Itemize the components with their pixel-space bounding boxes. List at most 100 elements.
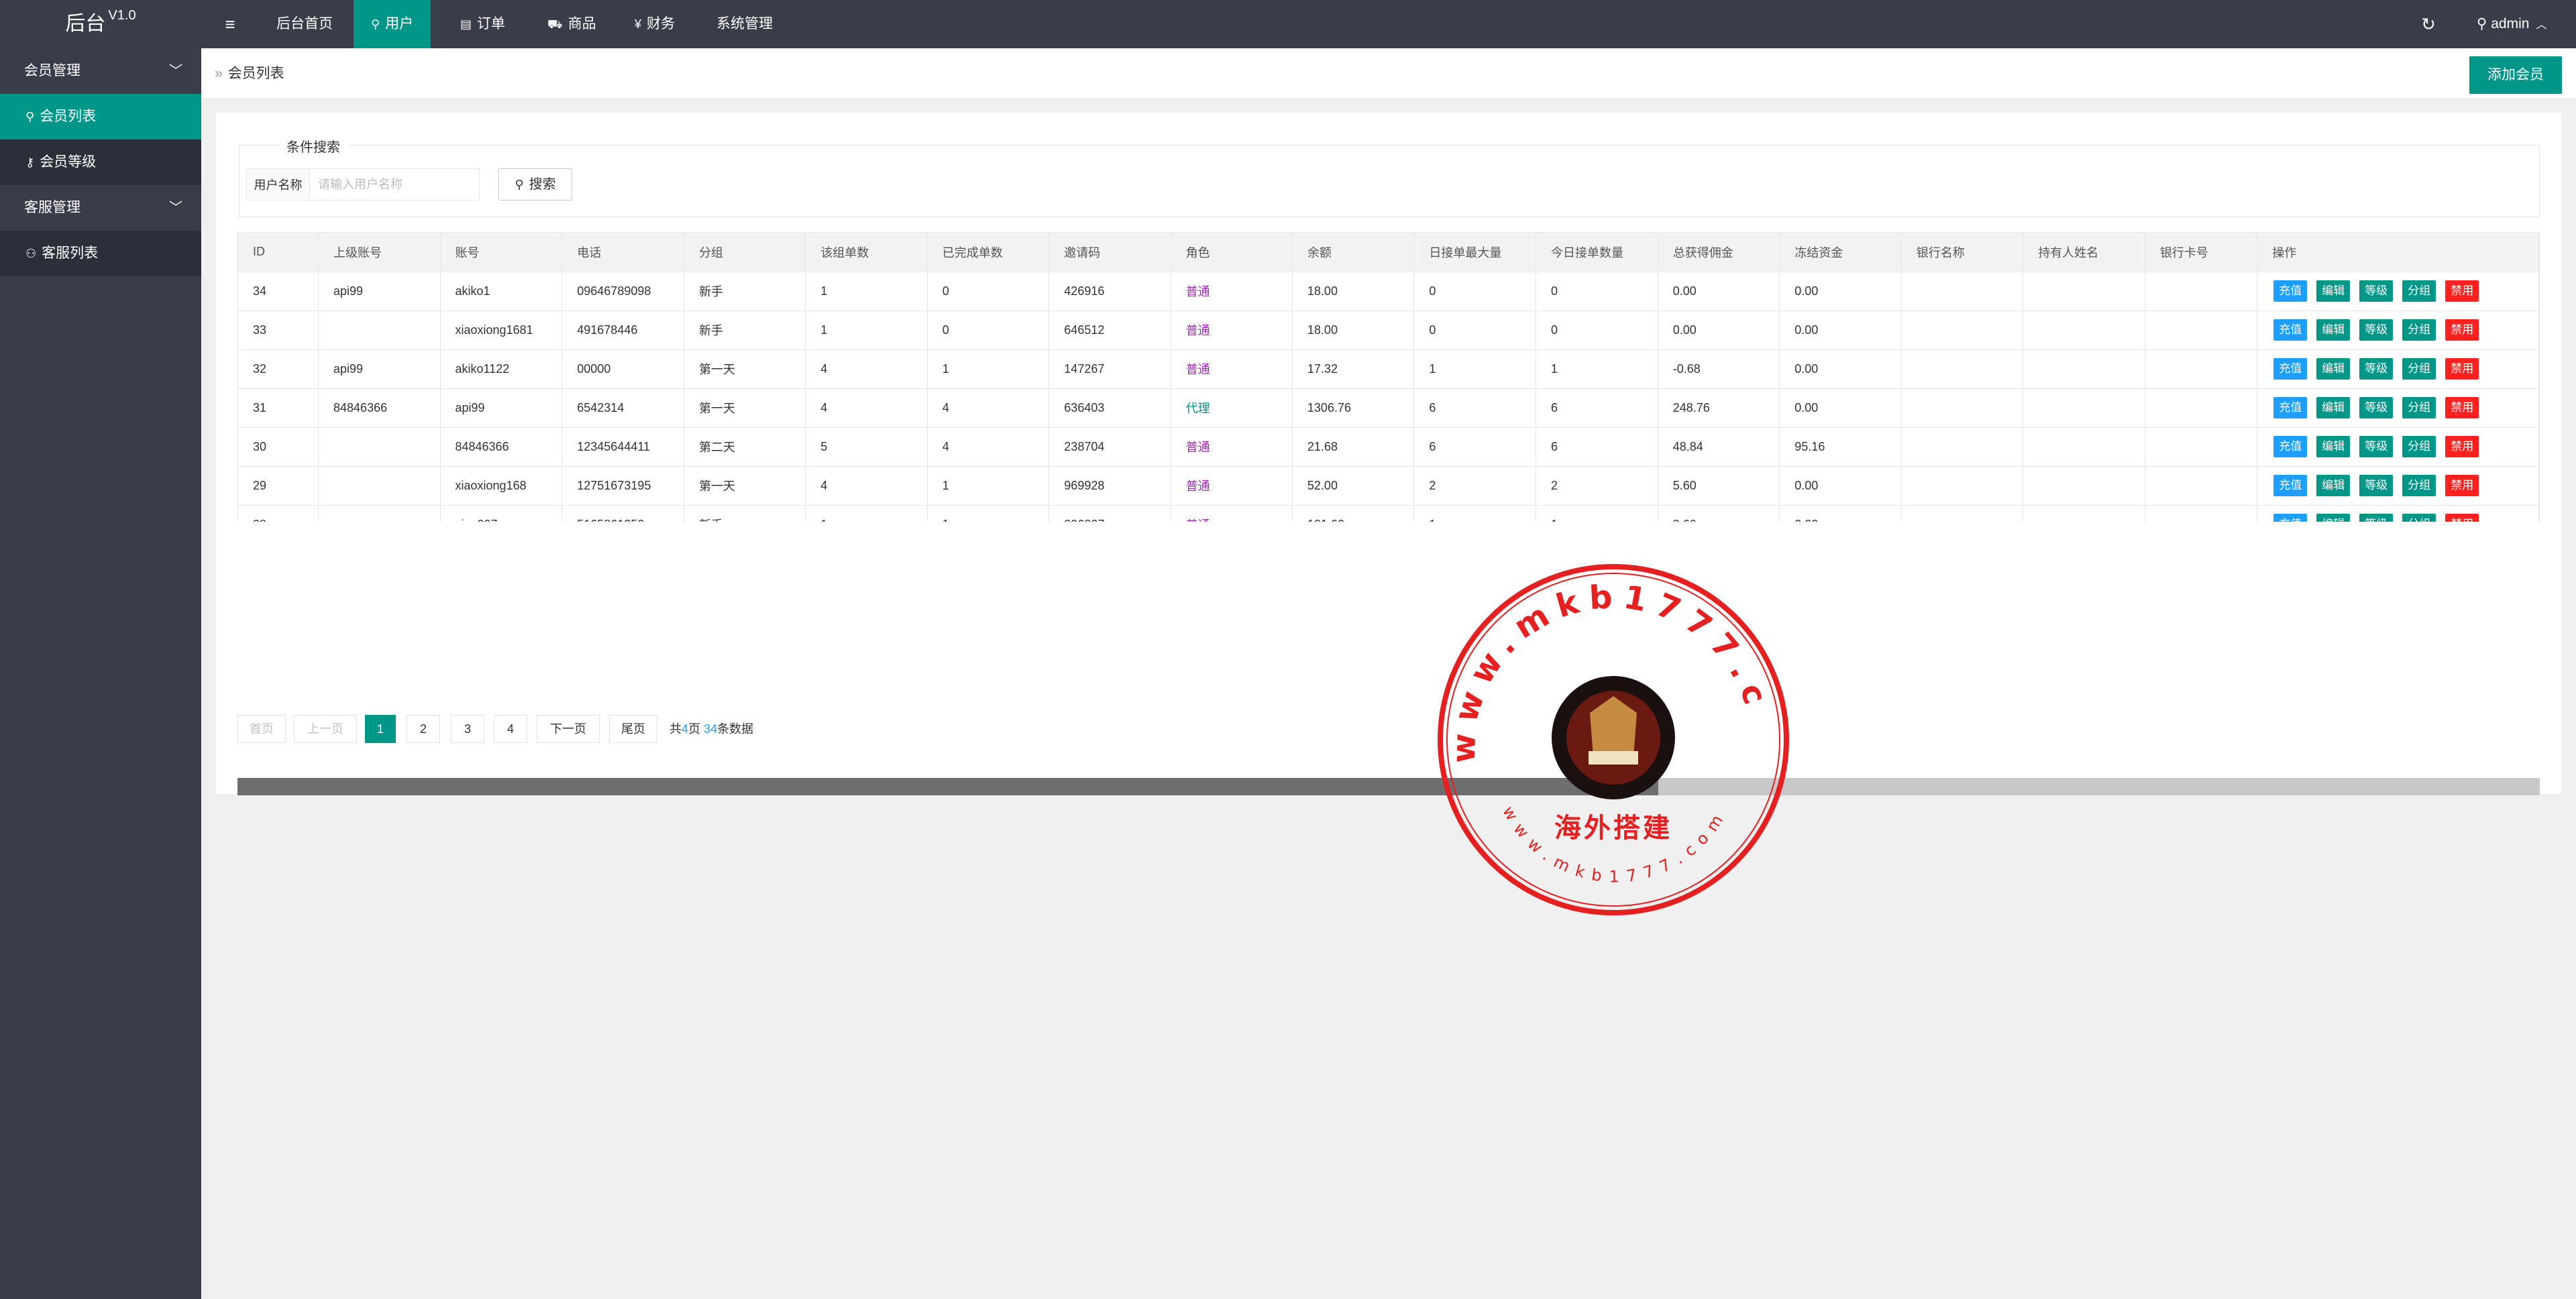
table-header-row: ID 上级账号 账号 电话 分组 该组单数 已完成单数 邀请码 角色 余额 日接单最大量 今日接单数量… bbox=[238, 233, 2539, 272]
recharge-button[interactable]: 充值 bbox=[2273, 319, 2308, 341]
recharge-button[interactable]: 充值 bbox=[2273, 397, 2308, 418]
refresh-icon[interactable]: ↻ bbox=[2402, 0, 2455, 48]
table-cell: 396227 bbox=[1049, 505, 1171, 522]
nav-system[interactable]: 系统管理 bbox=[699, 0, 790, 48]
table-cell: 0 bbox=[1413, 272, 1537, 311]
table-cell bbox=[318, 310, 441, 350]
group-button[interactable]: 分组 bbox=[2402, 475, 2436, 496]
double-chevron-icon: » bbox=[215, 66, 223, 81]
edit-button[interactable]: 编辑 bbox=[2316, 319, 2351, 341]
search-fieldset: 条件搜索 用户名称 ⚲ 搜索 bbox=[239, 136, 2540, 217]
edit-button[interactable]: 编辑 bbox=[2316, 514, 2351, 522]
level-button[interactable]: 等级 bbox=[2359, 319, 2394, 341]
member-table: ID 上级账号 账号 电话 分组 该组单数 已完成单数 邀请码 角色 余额 日接单最大量 今日接单数量… bbox=[238, 233, 2539, 522]
table-cell: 84846366 bbox=[440, 427, 563, 467]
horizontal-scrollbar[interactable] bbox=[237, 778, 2540, 795]
table-cell: 0.00 bbox=[1779, 505, 1902, 522]
group-button[interactable]: 分组 bbox=[2402, 319, 2436, 341]
recharge-button[interactable]: 充值 bbox=[2273, 475, 2308, 496]
recharge-button[interactable]: 充值 bbox=[2273, 436, 2308, 457]
actions-cell: 充值编辑等级分组禁用 bbox=[2257, 272, 2539, 311]
nav-orders[interactable]: ▤ 订单 bbox=[443, 0, 523, 48]
table-cell: 1 bbox=[805, 310, 928, 350]
edit-button[interactable]: 编辑 bbox=[2316, 436, 2351, 457]
pager-page-2[interactable]: 2 bbox=[407, 715, 440, 743]
pager-last[interactable]: 尾页 bbox=[609, 715, 657, 743]
pager-next[interactable]: 下一页 bbox=[537, 715, 600, 743]
nav-home[interactable]: 后台首页 bbox=[259, 0, 350, 48]
pager-first[interactable]: 首页 bbox=[237, 715, 286, 743]
sidebar-item-label: 客服列表 bbox=[42, 245, 99, 261]
sidebar-item-member-level[interactable]: ⚷ 会员等级 bbox=[0, 139, 201, 185]
sidebar-group-service[interactable]: 客服管理 ﹀ bbox=[0, 185, 201, 231]
table-cell: 0 bbox=[927, 272, 1050, 311]
column-header: 冻结资金 bbox=[1779, 233, 1902, 272]
edit-button[interactable]: 编辑 bbox=[2316, 358, 2351, 380]
table-cell: 491678446 bbox=[561, 310, 684, 350]
pager-total-records: 34 bbox=[704, 722, 718, 736]
group-button[interactable]: 分组 bbox=[2402, 358, 2436, 380]
table-cell: 5.60 bbox=[1658, 466, 1780, 506]
disable-button[interactable]: 禁用 bbox=[2445, 514, 2479, 522]
level-button[interactable]: 等级 bbox=[2359, 358, 2394, 380]
table-cell: 0.00 bbox=[1779, 466, 1902, 506]
recharge-button[interactable]: 充值 bbox=[2273, 358, 2308, 380]
disable-button[interactable]: 禁用 bbox=[2445, 358, 2479, 380]
sidebar-item-service-list[interactable]: ⚇ 客服列表 bbox=[0, 231, 201, 276]
search-input[interactable] bbox=[309, 168, 480, 201]
table-cell: 1 bbox=[805, 272, 928, 311]
app-logo[interactable]: 后台 V1.0 bbox=[0, 0, 201, 48]
level-button[interactable]: 等级 bbox=[2359, 436, 2394, 457]
chevron-down-icon: ﹀ bbox=[169, 64, 182, 78]
actions-cell: 充值编辑等级分组 禁用 bbox=[2257, 505, 2539, 522]
sidebar-item-label: 会员列表 bbox=[40, 109, 97, 124]
edit-button[interactable]: 编辑 bbox=[2316, 397, 2351, 418]
table-cell: api99 bbox=[440, 388, 563, 428]
table-cell: 84846366 bbox=[318, 388, 441, 428]
pager-page-1[interactable]: 1 bbox=[365, 715, 396, 743]
nav-users[interactable]: ⚲ 用户 bbox=[354, 0, 431, 48]
table-cell: 30 bbox=[238, 427, 319, 467]
disable-button[interactable]: 禁用 bbox=[2445, 280, 2479, 302]
table-cell: 5 bbox=[805, 427, 928, 467]
recharge-button[interactable]: 充值 bbox=[2273, 514, 2308, 522]
sidebar-item-member-list[interactable]: ⚲ 会员列表 bbox=[0, 94, 201, 139]
pager-prev[interactable]: 上一页 bbox=[294, 715, 357, 743]
level-button[interactable]: 等级 bbox=[2359, 514, 2394, 522]
edit-button[interactable]: 编辑 bbox=[2316, 475, 2351, 496]
sidebar-group-member[interactable]: 会员管理 ﹀ bbox=[0, 48, 201, 94]
group-button[interactable]: 分组 bbox=[2402, 514, 2436, 522]
recharge-button[interactable]: 充值 bbox=[2273, 280, 2308, 302]
disable-button[interactable]: 禁用 bbox=[2445, 436, 2479, 457]
sidebar-group-label: 客服管理 bbox=[24, 200, 80, 215]
level-button[interactable]: 等级 bbox=[2359, 280, 2394, 302]
group-button[interactable]: 分组 bbox=[2402, 397, 2436, 418]
disable-button[interactable]: 禁用 bbox=[2445, 475, 2479, 496]
table-cell bbox=[2023, 310, 2145, 350]
table-cell: 1 bbox=[1536, 349, 1658, 389]
add-member-button[interactable]: 添加会员 bbox=[2469, 56, 2562, 94]
search-button[interactable]: ⚲ 搜索 bbox=[498, 168, 572, 201]
level-button[interactable]: 等级 bbox=[2359, 475, 2394, 496]
nav-products[interactable]: ⛟ 商品 bbox=[530, 0, 614, 48]
disable-button[interactable]: 禁用 bbox=[2445, 397, 2479, 418]
menu-toggle-icon[interactable]: ≡ bbox=[201, 0, 259, 48]
actions-cell: 充值编辑等级分组禁用 bbox=[2257, 427, 2539, 467]
table-cell: 1 bbox=[927, 466, 1050, 506]
level-button[interactable]: 等级 bbox=[2359, 397, 2394, 418]
table-cell: 普通 bbox=[1171, 272, 1293, 311]
nav-finance[interactable]: ¥ 财务 bbox=[617, 0, 692, 48]
pager-page-4[interactable]: 4 bbox=[494, 715, 527, 743]
disable-button[interactable]: 禁用 bbox=[2445, 319, 2479, 341]
group-button[interactable]: 分组 bbox=[2402, 280, 2436, 302]
group-button[interactable]: 分组 bbox=[2402, 436, 2436, 457]
edit-button[interactable]: 编辑 bbox=[2316, 280, 2351, 302]
sidebar: 会员管理 ﹀ ⚲ 会员列表 ⚷ 会员等级 客服管理 ﹀ ⚇ 客服列表 bbox=[0, 48, 201, 1299]
pager-page-3[interactable]: 3 bbox=[451, 715, 484, 743]
user-menu[interactable]: ⚲ admin ︿ bbox=[2462, 0, 2576, 48]
table-cell: 0 bbox=[1536, 272, 1658, 311]
table-cell: 普通 bbox=[1171, 466, 1293, 506]
table-cell bbox=[2145, 349, 2258, 389]
table-cell: 6542314 bbox=[561, 388, 684, 428]
table-cell: 31 bbox=[238, 388, 319, 428]
